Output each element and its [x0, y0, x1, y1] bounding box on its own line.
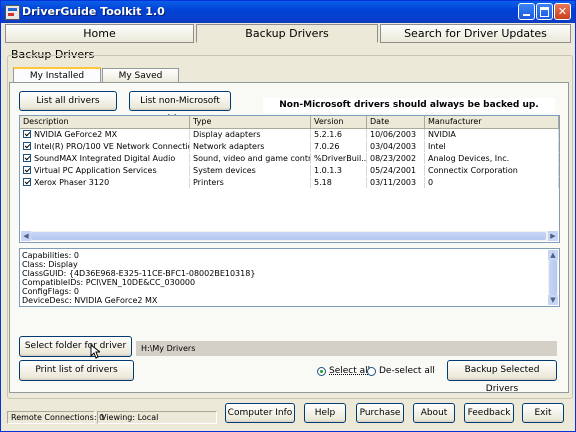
- cell-manufacturer: Intel: [425, 141, 559, 152]
- scroll-thumb[interactable]: [31, 232, 546, 240]
- maximize-button[interactable]: [536, 3, 553, 20]
- cell-description: NVIDIA GeForce2 MX: [20, 129, 190, 140]
- table-row[interactable]: Virtual PC Application Services System d…: [20, 165, 559, 176]
- cell-version: 1.0.1.3: [311, 165, 367, 176]
- column-manufacturer[interactable]: Manufacturer: [425, 116, 559, 128]
- tab-search-updates[interactable]: Search for Driver Updates: [380, 24, 571, 43]
- about-button[interactable]: About: [413, 403, 455, 423]
- row-checkbox[interactable]: [23, 166, 31, 174]
- deselect-all-label[interactable]: De-select all: [379, 366, 435, 376]
- cell-date: 03/11/2003: [367, 177, 425, 188]
- app-window: DriverGuide Toolkit 1.0 ✕ Home Backup Dr…: [0, 0, 576, 432]
- app-icon: [5, 5, 20, 20]
- help-button[interactable]: Help: [304, 403, 346, 423]
- list-all-drivers-button[interactable]: List all drivers: [19, 91, 117, 111]
- tab-home[interactable]: Home: [5, 24, 194, 43]
- cell-description: Intel(R) PRO/100 VE Network Connection: [20, 141, 190, 152]
- window-title: DriverGuide Toolkit 1.0: [22, 5, 165, 18]
- table-row[interactable]: Intel(R) PRO/100 VE Network Connection N…: [20, 141, 559, 152]
- scroll-left-icon[interactable]: ◀: [21, 231, 31, 241]
- cell-manufacturer: NVIDIA: [425, 129, 559, 140]
- table-horizontal-scrollbar[interactable]: ◀ ▶: [21, 231, 558, 241]
- cell-type: Display adapters: [190, 129, 311, 140]
- table-row[interactable]: NVIDIA GeForce2 MX Display adapters 5.2.…: [20, 129, 559, 140]
- status-viewing: Viewing: Local: [97, 411, 217, 424]
- cell-date: 08/23/2002: [367, 153, 425, 164]
- select-all-label[interactable]: Select all: [329, 366, 370, 376]
- select-backup-folder-button[interactable]: Select folder for driver backup:: [19, 336, 132, 370]
- column-version[interactable]: Version: [311, 116, 367, 128]
- detail-line: DeviceDesc: NVIDIA GeForce2 MX: [22, 296, 158, 305]
- print-drivers-list-button[interactable]: Print list of drivers: [19, 360, 134, 381]
- feedback-button[interactable]: Feedback: [464, 403, 514, 423]
- column-description[interactable]: Description: [20, 116, 190, 128]
- detail-line: ClassGUID: {4D36E968-E325-11CE-BFC1-0800…: [22, 269, 256, 278]
- list-non-microsoft-button[interactable]: List non-Microsoft drivers: [129, 91, 231, 124]
- table-row[interactable]: SoundMAX Integrated Digital Audio Sound,…: [20, 153, 559, 164]
- deselect-all-radio[interactable]: [367, 367, 376, 376]
- cell-type: Network adapters: [190, 141, 311, 152]
- table-row[interactable]: Xerox Phaser 3120 Printers 5.18 03/11/20…: [20, 177, 559, 188]
- tab-installed-drivers[interactable]: My Installed Drivers: [13, 67, 101, 95]
- drivers-table: Description Type Version Date Manufactur…: [19, 115, 560, 243]
- cell-type: System devices: [190, 165, 311, 176]
- title-bar[interactable]: DriverGuide Toolkit 1.0 ✕: [1, 1, 575, 23]
- cell-version: 5.2.1.6: [311, 129, 367, 140]
- cell-date: 03/04/2003: [367, 141, 425, 152]
- computer-info-button[interactable]: Computer Info: [225, 403, 295, 423]
- cell-date: 05/24/2001: [367, 165, 425, 176]
- scroll-down-icon[interactable]: ▼: [548, 295, 558, 305]
- backup-selected-button[interactable]: Backup Selected Drivers: [447, 360, 557, 394]
- close-button[interactable]: ✕: [554, 3, 571, 20]
- minimize-button[interactable]: [518, 3, 535, 20]
- column-date[interactable]: Date: [367, 116, 425, 128]
- cell-manufacturer: Connectix Corporation: [425, 165, 559, 176]
- cell-description: Virtual PC Application Services: [20, 165, 190, 176]
- row-checkbox[interactable]: [23, 154, 31, 162]
- row-checkbox[interactable]: [23, 178, 31, 186]
- detail-line: CompatibleIDs: PCI\VEN_10DE&CC_030000: [22, 278, 196, 287]
- cell-manufacturer: 0: [425, 177, 559, 188]
- scroll-up-icon[interactable]: ▲: [548, 250, 558, 260]
- cell-version: 7.0.26: [311, 141, 367, 152]
- status-remote-connections: Remote Connections: 0: [7, 411, 104, 424]
- select-all-radio[interactable]: [317, 367, 326, 376]
- cell-version: 5.18: [311, 177, 367, 188]
- cell-type: Printers: [190, 177, 311, 188]
- cell-description: Xerox Phaser 3120: [20, 177, 190, 188]
- scroll-thumb[interactable]: [549, 260, 557, 295]
- column-type[interactable]: Type: [190, 116, 311, 128]
- backup-notice: Non-Microsoft drivers should always be b…: [263, 98, 555, 113]
- detail-line: ConfigFlags: 0: [22, 287, 79, 296]
- purchase-button[interactable]: Purchase: [356, 403, 404, 423]
- row-checkbox[interactable]: [23, 142, 31, 150]
- detail-line: Capabilities: 0: [22, 251, 79, 260]
- cell-type: Sound, video and game contr...: [190, 153, 311, 164]
- backup-path-field[interactable]: H:\My Drivers: [136, 341, 557, 356]
- row-checkbox[interactable]: [23, 130, 31, 138]
- tab-backup-drivers[interactable]: Backup Drivers: [196, 24, 378, 43]
- detail-line: Class: Display: [22, 260, 78, 269]
- cell-date: 10/06/2003: [367, 129, 425, 140]
- cell-version: %DriverBuil...: [311, 153, 367, 164]
- exit-button[interactable]: Exit: [522, 403, 564, 423]
- cell-manufacturer: Analog Devices, Inc.: [425, 153, 559, 164]
- table-header: Description Type Version Date Manufactur…: [20, 116, 559, 129]
- mouse-cursor-icon: [90, 344, 100, 359]
- scroll-right-icon[interactable]: ▶: [548, 231, 558, 241]
- driver-details-box[interactable]: Capabilities: 0 Class: Display ClassGUID…: [19, 248, 560, 307]
- cell-description: SoundMAX Integrated Digital Audio: [20, 153, 190, 164]
- details-vertical-scrollbar[interactable]: ▲ ▼: [548, 250, 558, 305]
